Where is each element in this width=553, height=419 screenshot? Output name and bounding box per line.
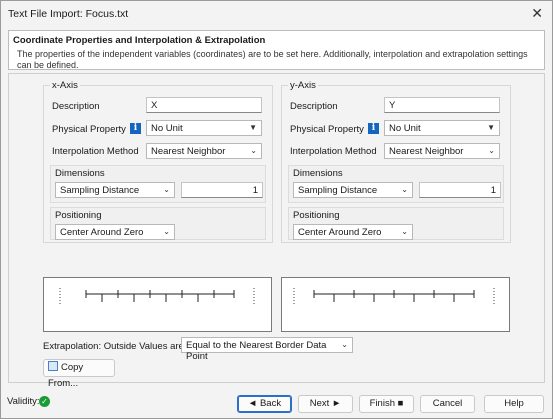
y-description-label: Description bbox=[290, 101, 338, 112]
x-axis-title: x-Axis bbox=[50, 80, 80, 91]
x-dimensions-mode-select[interactable]: Sampling Distance ⌄ bbox=[55, 182, 175, 198]
finish-button[interactable]: Finish ■ bbox=[359, 395, 414, 413]
y-physical-property-label: Physical Property bbox=[290, 124, 364, 135]
x-positioning-group: Positioning Center Around Zero ⌄ bbox=[50, 207, 266, 240]
help-button[interactable]: Help bbox=[484, 395, 544, 413]
chevron-down-icon: ⌄ bbox=[488, 146, 495, 155]
x-dimensions-value-input[interactable]: 1 bbox=[181, 182, 263, 198]
chevron-down-icon: ⌄ bbox=[401, 227, 408, 236]
x-description-input[interactable]: X bbox=[146, 97, 262, 113]
x-interpolation-select[interactable]: Nearest Neighbor ⌄ bbox=[146, 143, 262, 159]
window-title: Text File Import: Focus.txt bbox=[8, 8, 129, 20]
cancel-button[interactable]: Cancel bbox=[420, 395, 475, 413]
y-dimensions-mode-select[interactable]: Sampling Distance ⌄ bbox=[293, 182, 413, 198]
info-icon[interactable]: i bbox=[130, 123, 141, 134]
footer: Validity: ✓ ◄ Back Next ► Finish ■ Cance… bbox=[1, 387, 552, 419]
chevron-down-icon: ⌄ bbox=[163, 227, 170, 236]
y-dimensions-group: Dimensions Sampling Distance ⌄ 1 bbox=[288, 165, 504, 203]
y-positioning-group: Positioning Center Around Zero ⌄ bbox=[288, 207, 504, 240]
copy-from-button[interactable]: Copy From... bbox=[43, 359, 115, 389]
page-description: The properties of the independent variab… bbox=[17, 49, 528, 70]
y-interpolation-select[interactable]: Nearest Neighbor ⌄ bbox=[384, 143, 500, 159]
title-bar[interactable]: Text File Import: Focus.txt ✕ bbox=[1, 1, 552, 27]
next-button[interactable]: Next ► bbox=[298, 395, 353, 413]
extrapolation-label: Extrapolation: Outside Values are bbox=[43, 341, 184, 352]
x-description-label: Description bbox=[52, 101, 100, 112]
x-axis-group: x-Axis Description X Physical Property i… bbox=[43, 80, 273, 243]
x-axis-sampling-diagram bbox=[59, 288, 255, 304]
y-dimensions-mode-value: Sampling Distance bbox=[298, 185, 378, 196]
x-dimensions-mode-value: Sampling Distance bbox=[60, 185, 140, 196]
validity-label: Validity: bbox=[7, 396, 40, 407]
x-physical-property-value: No Unit bbox=[151, 123, 183, 134]
back-button[interactable]: ◄ Back bbox=[237, 395, 292, 413]
chevron-down-icon: ▼ bbox=[249, 123, 257, 132]
copy-icon bbox=[48, 361, 58, 371]
y-dimensions-value-input[interactable]: 1 bbox=[419, 182, 501, 198]
x-interpolation-label: Interpolation Method bbox=[52, 146, 139, 157]
x-positioning-select[interactable]: Center Around Zero ⌄ bbox=[55, 224, 175, 240]
x-dimensions-label: Dimensions bbox=[55, 168, 105, 179]
chevron-down-icon: ⌄ bbox=[401, 185, 408, 194]
x-positioning-label: Positioning bbox=[55, 210, 102, 221]
extrapolation-select[interactable]: Equal to the Nearest Border Data Point ⌄ bbox=[181, 337, 353, 362]
chevron-down-icon: ⌄ bbox=[250, 146, 257, 155]
chevron-down-icon: ⌄ bbox=[341, 340, 348, 349]
page-title: Coordinate Properties and Interpolation … bbox=[13, 35, 266, 46]
y-description-input[interactable]: Y bbox=[384, 97, 500, 113]
x-physical-property-label: Physical Property bbox=[52, 124, 126, 135]
x-positioning-value: Center Around Zero bbox=[60, 227, 144, 238]
y-axis-group: y-Axis Description Y Physical Property i… bbox=[281, 80, 511, 243]
y-axis-preview bbox=[281, 277, 510, 332]
chevron-down-icon: ⌄ bbox=[163, 185, 170, 194]
x-axis-preview bbox=[43, 277, 272, 332]
y-axis-title: y-Axis bbox=[288, 80, 318, 91]
y-positioning-label: Positioning bbox=[293, 210, 340, 221]
chevron-down-icon: ▼ bbox=[487, 123, 495, 132]
y-axis-sampling-diagram bbox=[293, 288, 495, 304]
dialog-window: Text File Import: Focus.txt ✕ Coordinate… bbox=[0, 0, 553, 419]
x-interpolation-value: Nearest Neighbor bbox=[151, 146, 226, 157]
check-icon: ✓ bbox=[39, 396, 50, 407]
y-physical-property-select[interactable]: No Unit ▼ bbox=[384, 120, 500, 136]
y-interpolation-value: Nearest Neighbor bbox=[389, 146, 464, 157]
close-icon[interactable]: ✕ bbox=[531, 5, 543, 21]
header-panel: Coordinate Properties and Interpolation … bbox=[8, 30, 545, 70]
y-positioning-value: Center Around Zero bbox=[298, 227, 382, 238]
y-dimensions-label: Dimensions bbox=[293, 168, 343, 179]
x-dimensions-group: Dimensions Sampling Distance ⌄ 1 bbox=[50, 165, 266, 203]
content-panel: x-Axis Description X Physical Property i… bbox=[8, 73, 545, 389]
y-interpolation-label: Interpolation Method bbox=[290, 146, 377, 157]
y-positioning-select[interactable]: Center Around Zero ⌄ bbox=[293, 224, 413, 240]
extrapolation-value: Equal to the Nearest Border Data Point bbox=[186, 340, 327, 362]
x-physical-property-select[interactable]: No Unit ▼ bbox=[146, 120, 262, 136]
info-icon[interactable]: i bbox=[368, 123, 379, 134]
y-physical-property-value: No Unit bbox=[389, 123, 421, 134]
